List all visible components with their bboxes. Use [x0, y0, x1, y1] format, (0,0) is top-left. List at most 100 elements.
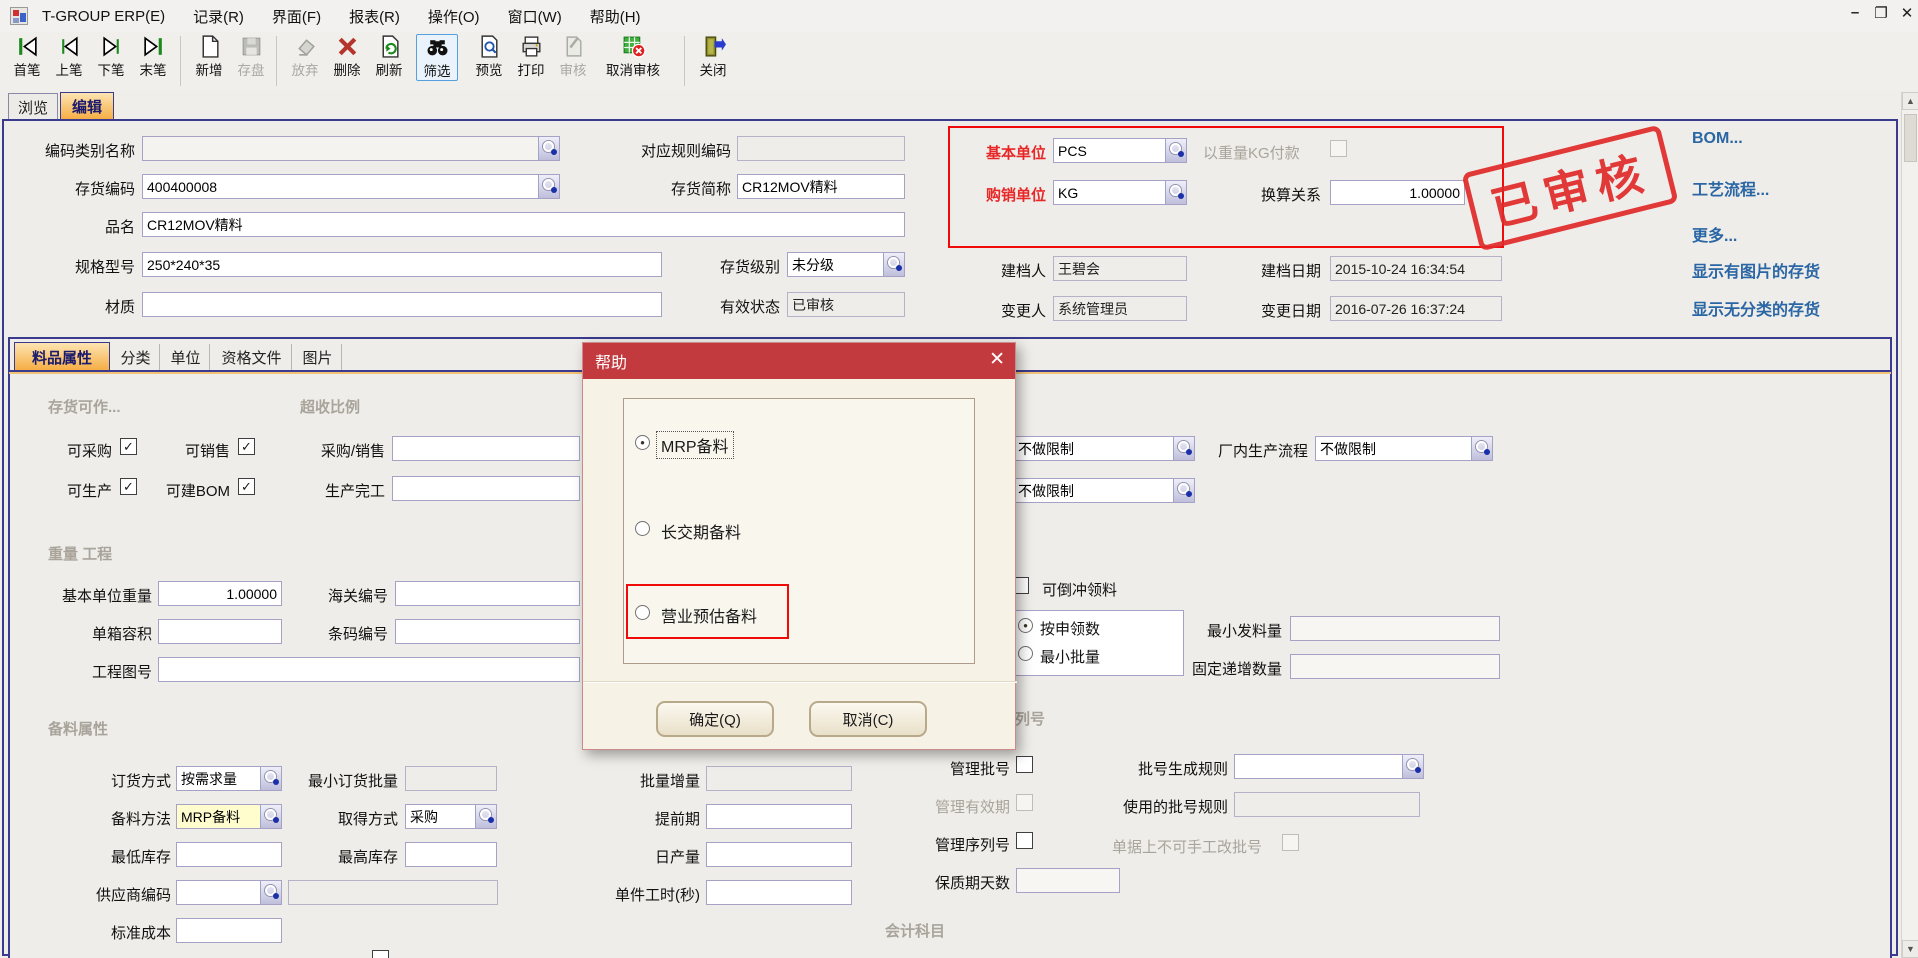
lookup-icon[interactable] — [475, 805, 496, 828]
ok-button[interactable]: 确定(Q) — [656, 701, 774, 737]
min-issue-input[interactable] — [1290, 616, 1500, 641]
max-stock-input[interactable] — [405, 842, 497, 867]
cancel-audit-button[interactable]: 取消审核 — [594, 34, 672, 79]
tab-qualification[interactable]: 资格文件 — [212, 344, 292, 371]
long-lead-option-label[interactable]: 长交期备料 — [661, 519, 741, 543]
base-unit-combo[interactable] — [1053, 138, 1187, 163]
lookup-icon[interactable] — [1173, 479, 1194, 502]
tab-category[interactable]: 分类 — [112, 344, 160, 371]
purchase-sale-ratio-input[interactable] — [392, 436, 580, 461]
menu-report[interactable]: 报表(R) — [349, 6, 400, 27]
manage-serial-checkbox[interactable] — [1016, 832, 1033, 849]
link-more[interactable]: 更多... — [1692, 222, 1737, 246]
delete-button[interactable]: 删除 — [326, 34, 368, 79]
menu-app[interactable]: T-GROUP ERP(E) — [42, 8, 165, 25]
unit-hours-input[interactable] — [706, 880, 852, 905]
long-lead-option-radio[interactable] — [635, 521, 650, 536]
inventory-code-combo[interactable] — [142, 174, 560, 199]
close-window-button[interactable]: ✕ — [1895, 4, 1918, 22]
daily-output-input[interactable] — [706, 842, 852, 867]
link-show-with-images[interactable]: 显示有图片的存货 — [1692, 258, 1820, 282]
lead-time-input[interactable] — [706, 804, 852, 829]
tab-item-props[interactable]: 料品属性 — [14, 342, 110, 371]
base-unit-weight-input[interactable] — [158, 581, 282, 606]
shelf-days-input[interactable] — [1016, 868, 1120, 893]
menu-record[interactable]: 记录(R) — [193, 6, 244, 27]
tab-edit[interactable]: 编辑 — [60, 92, 114, 120]
print-button[interactable]: 打印 — [510, 34, 552, 79]
drawing-number-input[interactable] — [158, 657, 580, 682]
tab-unit[interactable]: 单位 — [162, 344, 210, 371]
fixed-increment-input[interactable] — [1290, 654, 1500, 679]
close-form-button[interactable]: 关闭 — [692, 34, 734, 79]
lookup-icon[interactable] — [260, 881, 281, 904]
order-mode-combo[interactable] — [176, 766, 282, 791]
next-record-button[interactable]: 下笔 — [90, 34, 132, 79]
cancel-button[interactable]: 取消(C) — [809, 701, 927, 737]
min-stock-input[interactable] — [176, 842, 282, 867]
prod-finish-ratio-input[interactable] — [392, 476, 580, 501]
dialog-close-icon[interactable]: ✕ — [989, 348, 1005, 371]
batch-rule-combo[interactable] — [1234, 754, 1424, 779]
lookup-icon[interactable] — [538, 137, 559, 160]
restriction-combo-2[interactable] — [1013, 478, 1195, 503]
buy-sell-unit-combo[interactable] — [1053, 180, 1187, 205]
preview-button[interactable]: 预览 — [468, 34, 510, 79]
estimate-option-radio[interactable] — [635, 605, 650, 620]
inventory-abbr-input[interactable] — [737, 174, 905, 199]
lookup-icon[interactable] — [1402, 755, 1423, 778]
std-cost-input[interactable] — [176, 918, 282, 943]
tab-browse[interactable]: 浏览 — [8, 93, 58, 120]
barcode-input[interactable] — [395, 619, 580, 644]
lookup-icon[interactable] — [260, 767, 281, 790]
restriction-combo-1[interactable] — [1013, 436, 1195, 461]
lookup-icon[interactable] — [1165, 181, 1186, 204]
refresh-button[interactable]: 刷新 — [368, 34, 410, 79]
cat-name-combo[interactable] — [142, 136, 560, 161]
first-record-button[interactable]: 首笔 — [6, 34, 48, 79]
manage-batch-checkbox[interactable] — [1016, 756, 1033, 773]
add-button[interactable]: 新增 — [188, 34, 230, 79]
lookup-icon[interactable] — [883, 253, 904, 276]
purchasable-checkbox[interactable]: ✓ — [120, 438, 137, 455]
menu-help[interactable]: 帮助(H) — [590, 6, 641, 27]
last-record-button[interactable]: 末笔 — [132, 34, 174, 79]
menu-window[interactable]: 窗口(W) — [508, 6, 562, 27]
link-bom[interactable]: BOM... — [1692, 130, 1743, 148]
pay-by-kg-checkbox[interactable] — [1330, 140, 1347, 157]
link-show-unclassified[interactable]: 显示无分类的存货 — [1692, 296, 1820, 320]
producible-checkbox[interactable]: ✓ — [120, 478, 137, 495]
lookup-icon[interactable] — [260, 805, 281, 828]
help-dialog-titlebar[interactable]: 帮助 ✕ — [583, 343, 1015, 379]
spec-input[interactable] — [142, 252, 662, 277]
conversion-input[interactable] — [1330, 180, 1465, 205]
lookup-icon[interactable] — [1173, 437, 1194, 460]
lookup-icon[interactable] — [1471, 437, 1492, 460]
prep-method-combo[interactable] — [176, 804, 282, 829]
mrp-option-radio[interactable]: ● — [635, 435, 650, 450]
by-requisition-radio[interactable]: ● — [1018, 618, 1033, 633]
sellable-checkbox[interactable]: ✓ — [238, 438, 255, 455]
restore-button[interactable]: ❐ — [1869, 4, 1893, 22]
link-process[interactable]: 工艺流程... — [1692, 176, 1769, 200]
material-input[interactable] — [142, 292, 662, 317]
product-name-input[interactable] — [142, 212, 905, 237]
acquire-mode-combo[interactable] — [405, 804, 497, 829]
menu-operate[interactable]: 操作(O) — [428, 6, 480, 27]
min-batch-radio[interactable] — [1018, 646, 1033, 661]
factory-flow-combo[interactable] — [1315, 436, 1493, 461]
lookup-icon[interactable] — [538, 175, 559, 198]
tab-image[interactable]: 图片 — [294, 344, 342, 371]
box-volume-input[interactable] — [158, 619, 282, 644]
lookup-icon[interactable] — [1165, 139, 1186, 162]
vertical-scrollbar[interactable]: ▲ ▼ — [1901, 92, 1918, 958]
prev-record-button[interactable]: 上笔 — [48, 34, 90, 79]
inventory-level-combo[interactable] — [787, 252, 905, 277]
customs-code-input[interactable] — [395, 581, 580, 606]
minimize-button[interactable]: – — [1843, 4, 1867, 21]
scroll-down-icon[interactable]: ▼ — [1902, 940, 1918, 958]
mrp-option-label[interactable]: MRP备料 — [657, 432, 733, 458]
bomable-checkbox[interactable]: ✓ — [238, 478, 255, 495]
filter-button[interactable]: 筛选 — [416, 34, 458, 81]
scrollbar-thumb[interactable] — [1904, 114, 1917, 162]
